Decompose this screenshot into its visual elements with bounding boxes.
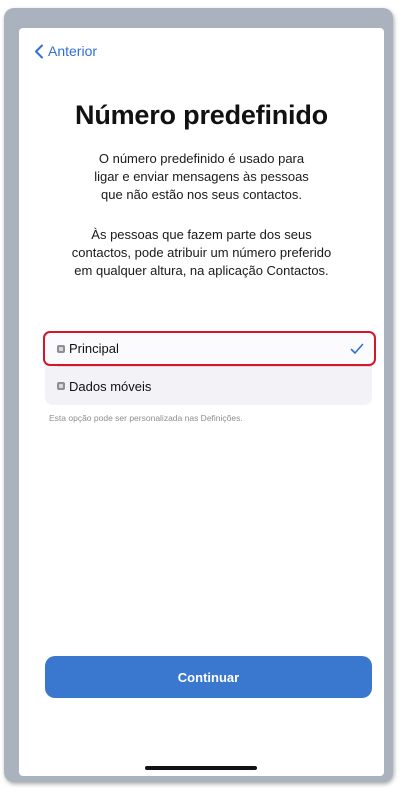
back-label: Anterior (48, 43, 98, 59)
description-line: em qualquer altura, na aplicação Contact… (74, 263, 329, 278)
phone-screen: Anterior Número predefinido O número pre… (19, 28, 384, 776)
checkmark-icon (350, 343, 364, 354)
sim-icon (57, 344, 65, 353)
description-line: ligar e enviar mensagens às pessoas (94, 169, 309, 184)
description-paragraph-2: Às pessoas que fazem parte dos seus cont… (31, 226, 372, 280)
description-line: O número predefinido é usado para (98, 151, 305, 166)
page-title: Número predefinido (75, 100, 328, 130)
chevron-left-icon (35, 44, 43, 58)
line-options-list: Principal Dados móveis (43, 331, 376, 405)
option-dados-moveis[interactable]: Dados móveis (45, 367, 372, 405)
sim-icon (57, 382, 65, 390)
continue-button[interactable]: Continuar (45, 656, 372, 698)
description-line: que não estão nos seus contactos. (101, 187, 302, 202)
description-line: contactos, pode atribuir um número prefe… (71, 245, 332, 260)
option-label: Principal (69, 341, 119, 356)
back-button[interactable]: Anterior (34, 43, 97, 59)
home-indicator[interactable] (145, 766, 257, 770)
description-paragraph: O número predefinido é usado para ligar … (31, 150, 372, 204)
settings-hint: Esta opção pode ser personalizada nas De… (49, 413, 243, 423)
description-line: Às pessoas que fazem parte dos seus (91, 227, 312, 242)
option-label: Dados móveis (69, 378, 152, 394)
option-principal[interactable]: Principal (43, 331, 376, 366)
